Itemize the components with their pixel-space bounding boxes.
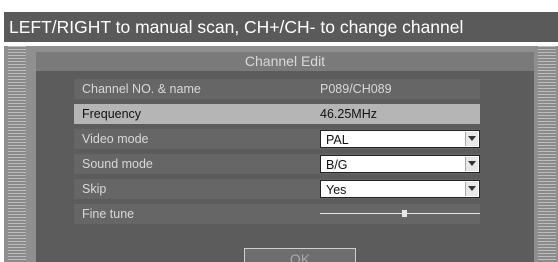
dialog-title: Channel Edit [36,52,534,71]
video-mode-value: PAL [326,133,349,147]
fine-tune-slider[interactable] [320,209,480,219]
row-label: Channel NO. & name [82,82,201,96]
sound-mode-value: B/G [326,158,348,172]
row-fine-tune: Fine tune [74,204,480,224]
ok-button[interactable]: OK [244,248,356,262]
row-skip: Skip Yes [74,179,480,199]
channel-name-value: P089/CH089 [320,82,392,96]
row-label: Sound mode [82,157,153,171]
tv-menu-frame: Channel Edit Channel NO. & name P089/CH0… [4,46,558,262]
frequency-value: 46.25MHz [320,107,377,121]
row-label: Fine tune [82,207,135,221]
skip-select[interactable]: Yes [320,180,480,198]
left-decorative-stripe [8,46,26,262]
chevron-down-icon[interactable] [465,182,478,196]
row-label: Frequency [82,107,142,121]
chevron-down-icon[interactable] [465,157,478,171]
chevron-down-icon[interactable] [465,132,478,146]
sound-mode-select[interactable]: B/G [320,155,480,173]
row-sound-mode: Sound mode B/G [74,154,480,174]
video-mode-select[interactable]: PAL [320,130,480,148]
channel-edit-dialog: Channel Edit Channel NO. & name P089/CH0… [36,52,534,262]
instruction-bar: LEFT/RIGHT to manual scan, CH+/CH- to ch… [4,12,558,42]
right-decorative-stripe [538,46,556,262]
skip-value: Yes [326,183,347,197]
row-label: Skip [82,182,107,196]
slider-track [320,213,480,214]
row-channel-no-name[interactable]: Channel NO. & name P089/CH089 [74,79,480,99]
slider-thumb[interactable] [402,210,408,217]
row-video-mode: Video mode PAL [74,129,480,149]
row-frequency[interactable]: Frequency 46.25MHz [74,104,480,124]
row-label: Video mode [82,132,149,146]
